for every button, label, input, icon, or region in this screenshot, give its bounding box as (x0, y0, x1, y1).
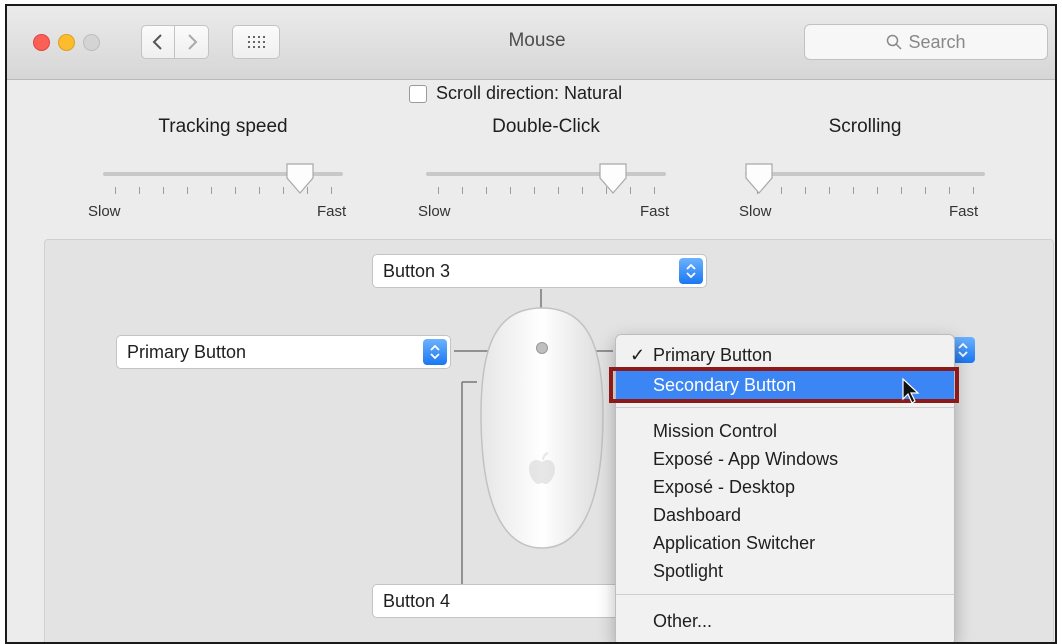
left-button-popup-arrows-icon (423, 339, 447, 365)
menu-item-other[interactable]: Other... (616, 607, 954, 635)
menu-item-label: Spotlight (653, 561, 724, 581)
left-button-popup-value: Primary Button (127, 341, 247, 362)
menu-item-primary-button[interactable]: ✓ Primary Button (616, 341, 954, 369)
left-button-popup[interactable]: Primary Button (116, 335, 451, 369)
menu-item-expose-desktop[interactable]: Exposé - Desktop (616, 473, 954, 501)
menu-item-label: Exposé - App Windows (653, 449, 839, 469)
mouse-illustration (480, 307, 604, 549)
mouse-preferences-window: Mouse Search Scroll direction: Natural T… (5, 4, 1057, 644)
menu-item-mission-control[interactable]: Mission Control (616, 417, 954, 445)
menu-item-application-switcher[interactable]: Application Switcher (616, 529, 954, 557)
button-4-popup-value: Button 4 (383, 590, 451, 611)
menu-item-spotlight[interactable]: Spotlight (616, 557, 954, 585)
checkmark-icon: ✓ (630, 345, 646, 365)
button-3-popup-value: Button 3 (383, 260, 451, 281)
menu-item-label: Dashboard (653, 505, 742, 525)
button-3-popup[interactable]: Button 3 (372, 254, 707, 288)
menu-item-label: Mission Control (653, 421, 778, 441)
menu-item-dashboard[interactable]: Dashboard (616, 501, 954, 529)
menu-item-label: Application Switcher (653, 533, 816, 553)
menu-item-label: Exposé - Desktop (653, 477, 796, 497)
menu-separator (616, 594, 954, 595)
menu-item-expose-app-windows[interactable]: Exposé - App Windows (616, 445, 954, 473)
mouse-cursor-icon (902, 377, 920, 404)
button-3-popup-arrows-icon (679, 258, 703, 284)
menu-item-label: Primary Button (653, 345, 773, 365)
menu-separator (616, 407, 954, 408)
menu-item-label: Other... (653, 611, 713, 631)
